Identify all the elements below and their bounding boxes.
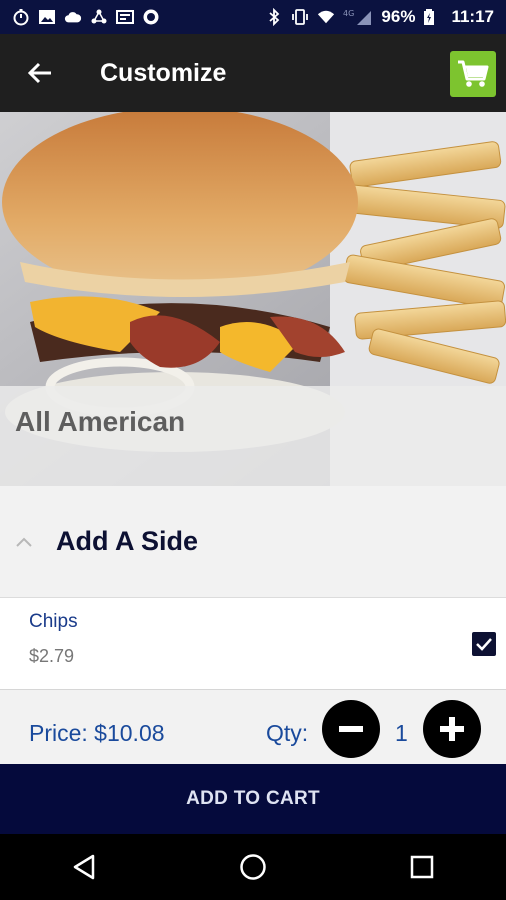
arrow-left-icon (27, 62, 51, 84)
signal-4g-icon: 4G (343, 8, 373, 26)
cast-icon (116, 8, 134, 26)
minus-icon (339, 726, 363, 732)
battery-percent: 96% (381, 7, 416, 26)
item-name: All American (15, 406, 186, 437)
check-icon (476, 638, 492, 651)
shopping-cart-icon (458, 60, 489, 87)
status-icons-left (12, 8, 160, 26)
square-recents-icon (410, 855, 433, 879)
app-bar: Customize (0, 34, 506, 112)
quantity-label: Qty: (266, 720, 309, 746)
option-row-chips[interactable]: Chips $2.79 (0, 598, 506, 690)
status-bar: 4G 96% 11:17 (0, 0, 506, 34)
increase-quantity-button[interactable] (423, 700, 481, 758)
nav-back-button[interactable] (54, 837, 114, 897)
nav-recents-button[interactable] (392, 837, 452, 897)
chevron-up-icon (12, 530, 36, 554)
total-price: Price: $10.08 (29, 720, 165, 746)
section-title: Add A Side (56, 526, 199, 556)
image-icon (38, 8, 56, 26)
option-name: Chips (29, 611, 78, 632)
svg-text:4G: 4G (343, 9, 354, 18)
bluetooth-icon (265, 8, 283, 26)
nav-home-button[interactable] (223, 837, 283, 897)
vibrate-icon (291, 8, 309, 26)
circle-home-icon (240, 854, 266, 880)
option-price: $2.79 (29, 646, 75, 666)
cart-button[interactable] (450, 51, 496, 97)
page-title: Customize (100, 58, 227, 87)
system-nav-bar (0, 834, 506, 900)
triangle-back-icon (74, 854, 95, 880)
record-icon (142, 8, 160, 26)
add-to-cart-button[interactable]: ADD TO CART (0, 764, 506, 834)
back-button[interactable] (10, 34, 70, 112)
status-icons-right: 4G 96% 11:17 (265, 7, 494, 27)
item-hero-image: All American (0, 112, 506, 486)
add-side-section-header[interactable]: Add A Side (0, 486, 506, 598)
battery-icon (423, 8, 435, 26)
wifi-icon (317, 8, 335, 26)
timer-icon (12, 8, 30, 26)
share-icon (90, 8, 108, 26)
quantity-value: 1 (395, 720, 408, 746)
plus-icon (440, 717, 464, 741)
option-checkbox[interactable] (472, 632, 496, 656)
price-quantity-bar: Price: $10.08 Qty: 1 (0, 690, 506, 764)
clock: 11:17 (451, 7, 494, 26)
decrease-quantity-button[interactable] (322, 700, 380, 758)
cloud-icon (64, 8, 82, 26)
